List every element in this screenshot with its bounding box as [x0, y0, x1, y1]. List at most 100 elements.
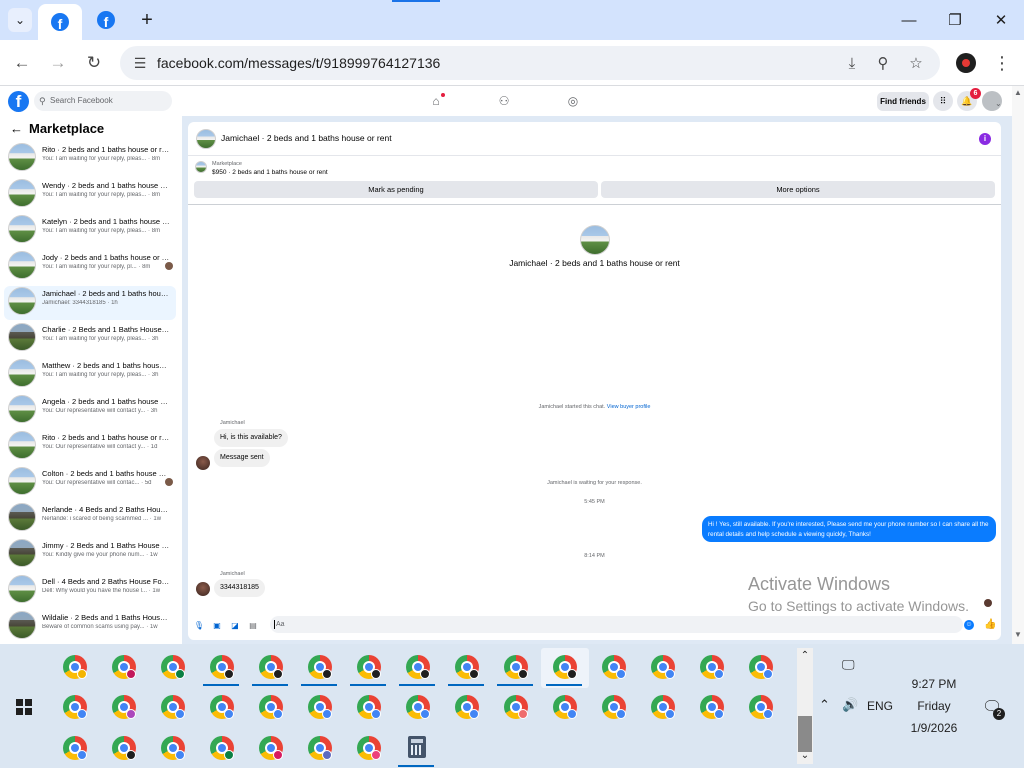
taskbar-scrollbar[interactable]: ⌃ ⌄	[797, 648, 813, 764]
scroll-up-arrow[interactable]: ⌃	[797, 650, 813, 661]
menu-grid-icon[interactable]: ⠿	[933, 91, 953, 111]
chrome-profile-icon[interactable]	[357, 736, 381, 760]
list-item[interactable]: Matthew · 2 beds and 1 baths house or re…	[4, 358, 176, 392]
account-avatar[interactable]	[982, 91, 1002, 111]
clock-time[interactable]: 9:27 PM	[895, 677, 973, 691]
incoming-message[interactable]: Hi, is this available?	[214, 429, 288, 447]
facebook-logo-icon[interactable]: f	[8, 91, 29, 112]
incoming-message[interactable]: Message sent	[214, 449, 270, 467]
listing-banner[interactable]: Marketplace $950 · 2 beds and 1 baths ho…	[188, 157, 1001, 179]
chrome-profile-icon[interactable]	[651, 695, 675, 719]
tab-facebook-2[interactable]: f	[84, 4, 128, 36]
tab-search-dropdown[interactable]: ⌄	[8, 8, 32, 32]
close-window-button[interactable]: ✕	[978, 4, 1024, 36]
zoom-icon[interactable]: ⚲	[872, 52, 894, 74]
more-options-button[interactable]: More options	[601, 181, 995, 198]
scroll-down-arrow[interactable]: ▼	[1012, 630, 1024, 639]
chrome-profile-icon[interactable]	[210, 736, 234, 760]
chrome-profile-icon[interactable]	[749, 655, 773, 679]
url-text[interactable]: facebook.com/messages/t/918999764127136	[157, 55, 440, 71]
site-settings-icon[interactable]: ☰	[130, 53, 150, 73]
info-icon[interactable]: i	[979, 133, 991, 145]
incoming-message[interactable]: 3344318185	[214, 579, 265, 597]
chrome-profile-icon[interactable]	[602, 655, 626, 679]
list-item[interactable]: Jimmy · 2 Beds and 1 Baths House for ren…	[4, 538, 176, 572]
chrome-profile-icon[interactable]	[161, 655, 185, 679]
mark-as-pending-button[interactable]: Mark as pending	[194, 181, 598, 198]
emoji-icon[interactable]: ☺	[964, 620, 974, 630]
chrome-profile-icon[interactable]	[161, 695, 185, 719]
reload-button[interactable]: ↻	[79, 48, 109, 78]
minimize-button[interactable]: —	[886, 4, 932, 36]
chrome-profile-icon[interactable]	[259, 736, 283, 760]
restore-button[interactable]: ❐	[932, 4, 978, 36]
language-indicator[interactable]: ENG	[867, 699, 893, 713]
chrome-profile-icon[interactable]	[210, 655, 234, 679]
calculator-icon[interactable]	[408, 736, 426, 758]
groups-icon[interactable]: ◎	[565, 93, 581, 109]
friends-icon[interactable]: ⚇	[496, 93, 512, 109]
back-arrow-icon[interactable]: ←	[10, 121, 23, 136]
windows-start-icon[interactable]	[16, 699, 32, 715]
chrome-profile-icon[interactable]	[651, 655, 675, 679]
chrome-profile-icon[interactable]	[112, 736, 136, 760]
chrome-profile-icon[interactable]	[357, 655, 381, 679]
network-icon[interactable]: 🖵	[842, 657, 855, 673]
chrome-profile-icon[interactable]	[602, 695, 626, 719]
install-app-icon[interactable]: ⤓	[841, 52, 863, 74]
forward-button[interactable]: →	[43, 48, 73, 78]
list-item[interactable]: Wildalie · 2 Beds and 1 Baths House for …	[4, 610, 176, 644]
tab-facebook-active[interactable]: f	[38, 4, 82, 40]
like-thumb-icon[interactable]: 👍	[984, 619, 996, 630]
list-item[interactable]: Jody · 2 beds and 1 baths house or rent …	[4, 250, 176, 284]
chrome-profile-icon[interactable]	[259, 655, 283, 679]
extension-icon[interactable]	[956, 53, 976, 73]
list-item[interactable]: Colton · 2 beds and 1 baths house or ren…	[4, 466, 176, 500]
chrome-profile-icon[interactable]	[63, 695, 87, 719]
list-item[interactable]: Charlie · 2 Beds and 1 Baths House for r…	[4, 322, 176, 356]
chrome-profile-icon[interactable]	[749, 695, 773, 719]
back-button[interactable]: ←	[7, 48, 37, 78]
sender-avatar[interactable]	[196, 582, 210, 596]
chrome-profile-icon[interactable]	[700, 655, 724, 679]
chrome-profile-icon[interactable]	[504, 695, 528, 719]
chrome-profile-icon[interactable]	[308, 695, 332, 719]
scroll-up-arrow[interactable]: ▲	[1012, 88, 1024, 97]
photo-icon[interactable]: ▣	[212, 620, 222, 630]
chrome-profile-icon[interactable]	[406, 695, 430, 719]
list-item[interactable]: Rito · 2 beds and 1 baths house or rent …	[4, 430, 176, 464]
chrome-profile-icon[interactable]	[700, 695, 724, 719]
chrome-profile-icon[interactable]	[210, 695, 234, 719]
chevron-up-icon[interactable]: ⌃	[819, 697, 830, 713]
find-friends-button[interactable]: Find friends	[877, 92, 929, 111]
scroll-down-arrow[interactable]: ⌄	[797, 750, 813, 761]
chrome-profile-icon[interactable]	[553, 695, 577, 719]
chrome-profile-icon[interactable]	[553, 655, 577, 679]
chrome-profile-icon[interactable]	[112, 655, 136, 679]
clock-day[interactable]: Friday	[895, 699, 973, 713]
chrome-profile-icon[interactable]	[63, 655, 87, 679]
browser-menu-icon[interactable]: ⋮	[993, 50, 1011, 76]
sticker-icon[interactable]: ◪	[230, 620, 240, 630]
address-bar[interactable]: ☰ facebook.com/messages/t/91899976412713…	[120, 46, 940, 80]
chrome-profile-icon[interactable]	[455, 655, 479, 679]
chrome-profile-icon[interactable]	[504, 655, 528, 679]
scroll-thumb[interactable]	[798, 716, 812, 752]
chrome-profile-icon[interactable]	[308, 736, 332, 760]
chrome-profile-icon[interactable]	[455, 695, 479, 719]
list-item[interactable]: Angela · 2 beds and 1 baths house or ren…	[4, 394, 176, 428]
list-item[interactable]: Wendy · 2 beds and 1 baths house or rent…	[4, 178, 176, 212]
outgoing-message[interactable]: Hi ! Yes, still available. If you're int…	[702, 516, 996, 542]
list-item[interactable]: Katelyn · 2 beds and 1 baths house or re…	[4, 214, 176, 248]
list-item[interactable]: Dell · 4 Beds and 2 Baths House For rent…	[4, 574, 176, 608]
microphone-icon[interactable]: 🎙	[194, 620, 204, 630]
chrome-profile-icon[interactable]	[406, 655, 430, 679]
search-input[interactable]: ⚲ Search Facebook	[34, 91, 172, 111]
bookmark-star-icon[interactable]: ☆	[905, 52, 927, 74]
chat-title[interactable]: Jamichael · 2 beds and 1 baths house or …	[221, 133, 392, 143]
volume-icon[interactable]: 🔊	[842, 697, 858, 713]
chrome-profile-icon[interactable]	[308, 655, 332, 679]
view-buyer-profile-link[interactable]: View buyer profile	[607, 404, 651, 410]
chrome-profile-icon[interactable]	[259, 695, 283, 719]
clock-date[interactable]: 1/9/2026	[895, 721, 973, 735]
